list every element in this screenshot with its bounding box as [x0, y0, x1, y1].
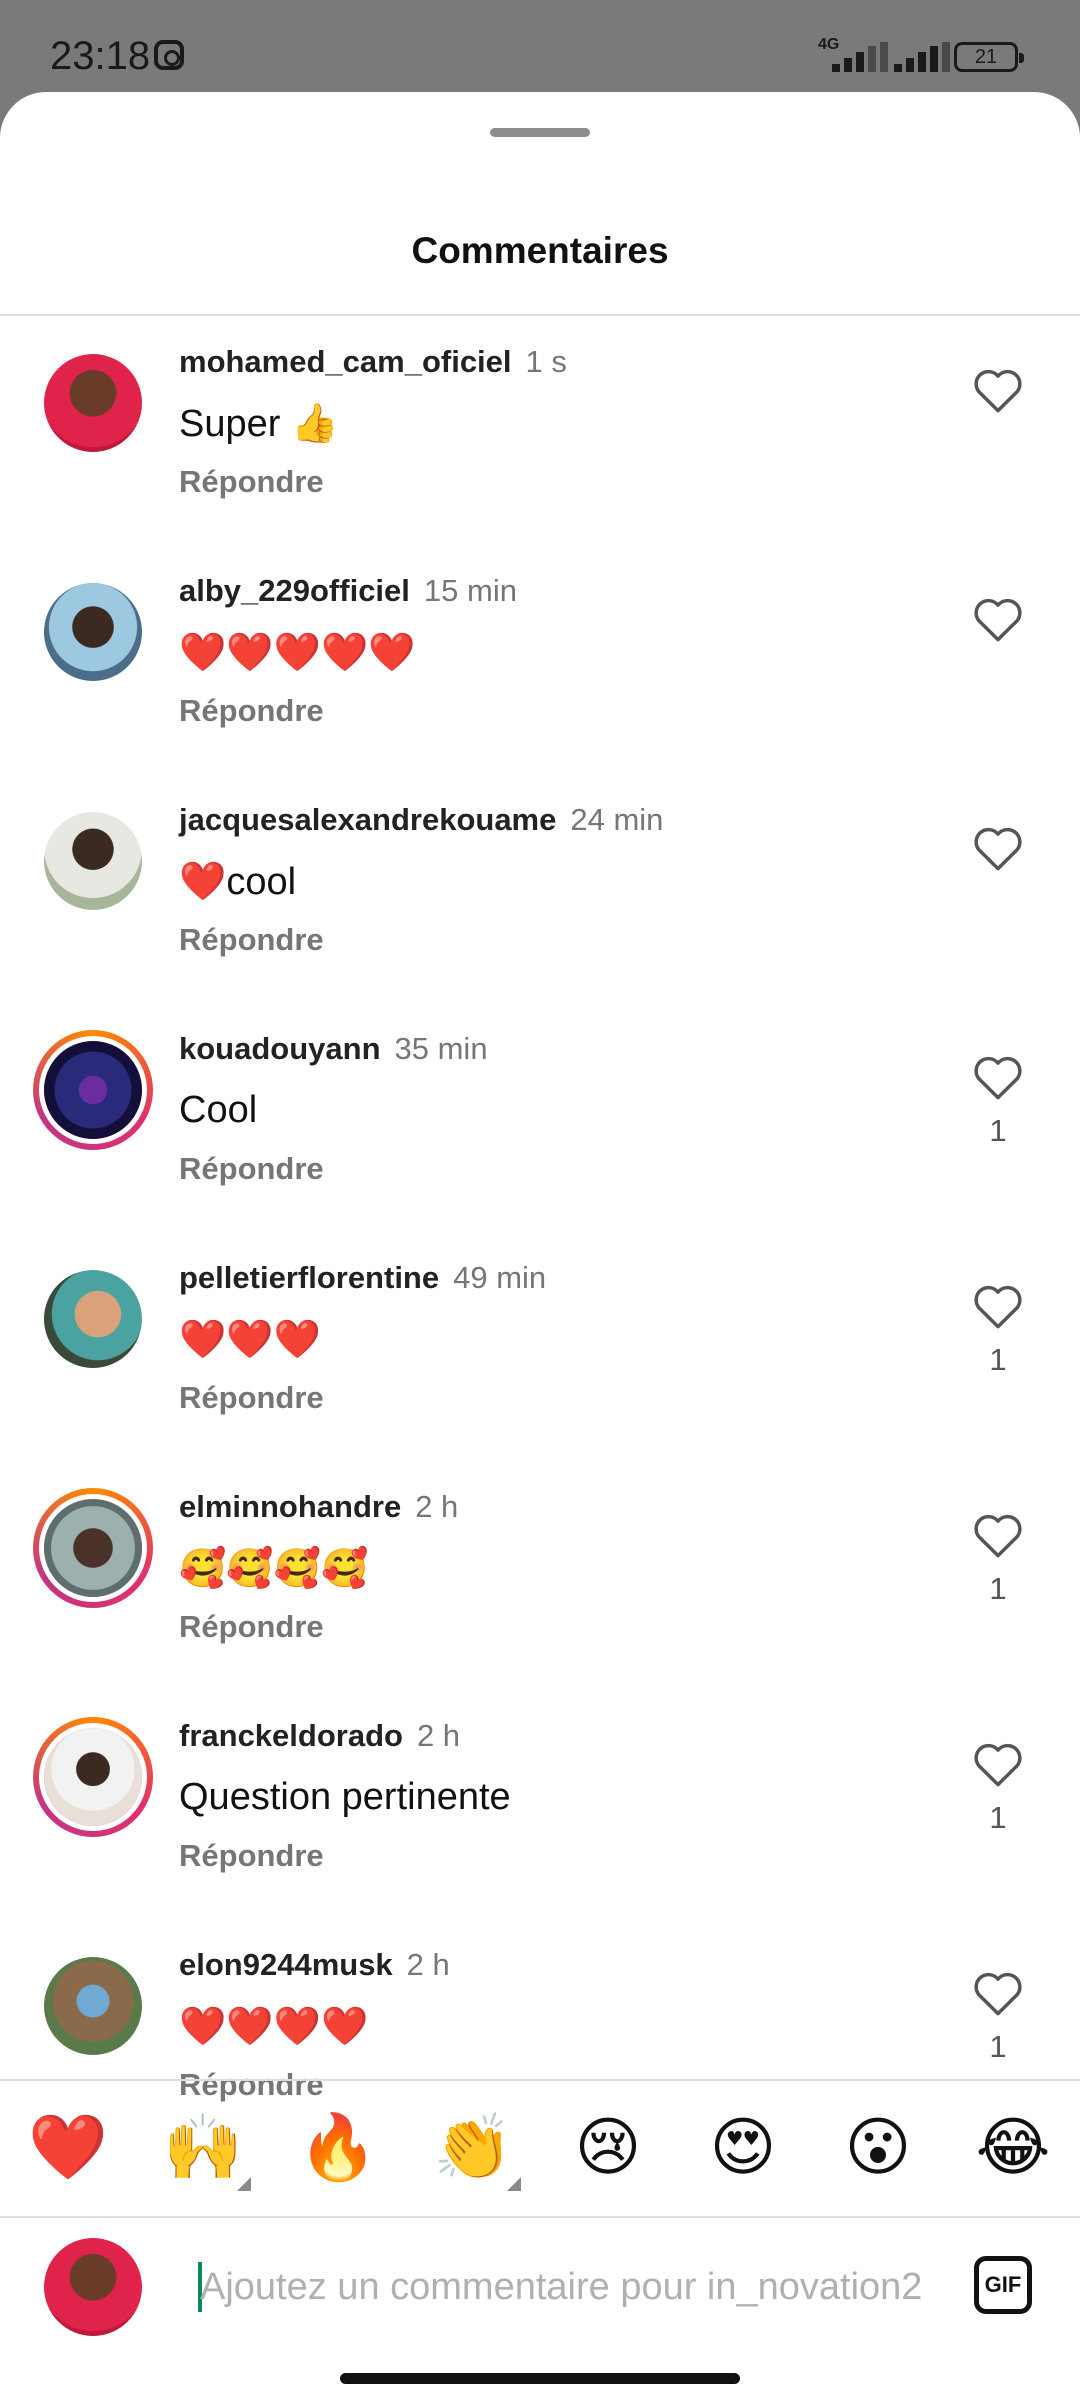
heart-icon[interactable]: [972, 824, 1024, 872]
comment-text: ❤️❤️❤️❤️: [179, 2006, 369, 2048]
comment-text: ❤️cool: [179, 861, 297, 903]
avatar[interactable]: [33, 1488, 153, 1608]
comment-list[interactable]: mohamed_cam_oficiel 1 s Super 👍 Répondre …: [0, 314, 1080, 2174]
reply-button[interactable]: Répondre: [179, 1838, 324, 1874]
emoji-laughing-face[interactable]: 😂: [973, 2109, 1053, 2185]
comment-text: Cool: [179, 1089, 258, 1131]
signal-icon: [888, 42, 952, 72]
emoji-fire[interactable]: 🔥: [298, 2109, 378, 2185]
comment-item: elminnohandre 2 h 🥰🥰🥰🥰 Répondre 1: [0, 1459, 1080, 1688]
emoji-surprised-face[interactable]: 😮: [838, 2109, 918, 2185]
comment-text: ❤️❤️❤️: [179, 1319, 321, 1361]
heart-icon[interactable]: [972, 1969, 1024, 2017]
gif-button[interactable]: GIF: [974, 2256, 1032, 2314]
heart-icon[interactable]: [972, 1740, 1024, 1788]
heart-icon[interactable]: [972, 366, 1024, 414]
signal-icon: [826, 42, 890, 72]
like-count: 1: [989, 1800, 1007, 1835]
comment-username[interactable]: kouadouyann: [179, 1031, 381, 1066]
emoji-reaction-bar: ❤️ 🙌 🔥 👏 😢 😍 😮 😂: [0, 2079, 1080, 2218]
avatar[interactable]: [44, 1957, 142, 2055]
home-indicator[interactable]: [340, 2373, 740, 2384]
avatar[interactable]: [44, 812, 142, 910]
status-time: 23:18: [50, 34, 151, 78]
instagram-notification-icon: [154, 40, 184, 70]
comment-time: 49 min: [453, 1260, 547, 1295]
emoji-glyph: 👏: [433, 2111, 513, 2183]
emoji-clapping-hands[interactable]: 👏: [433, 2109, 521, 2191]
comment-username[interactable]: elminnohandre: [179, 1489, 401, 1524]
comment-time: 2 h: [415, 1489, 459, 1524]
comment-item: franckeldorado 2 h Question pertinente Ré…: [0, 1688, 1080, 1917]
comment-time: 2 h: [416, 1718, 461, 1753]
heart-icon[interactable]: [972, 595, 1024, 643]
drag-handle[interactable]: [490, 128, 590, 137]
heart-icon[interactable]: [972, 1282, 1024, 1330]
like-count: 1: [989, 1113, 1007, 1148]
comment-text: 🥰🥰🥰🥰: [179, 1548, 369, 1590]
comment-item: alby_229officiel 15 min ❤️❤️❤️❤️❤️ Répond…: [0, 543, 1080, 772]
comment-item: mohamed_cam_oficiel 1 s Super 👍 Répondre: [0, 314, 1080, 543]
comment-text: ❤️❤️❤️❤️❤️: [179, 632, 416, 674]
my-avatar[interactable]: [44, 2238, 142, 2336]
like-count: 1: [989, 1571, 1007, 1606]
avatar[interactable]: [44, 354, 142, 452]
emoji-glyph: 🙌: [163, 2111, 243, 2183]
skin-tone-indicator: [237, 2177, 251, 2191]
emoji-crying-face[interactable]: 😢: [568, 2109, 648, 2185]
reply-button[interactable]: Répondre: [179, 1609, 324, 1645]
emoji-heart[interactable]: ❤️: [28, 2109, 108, 2185]
reply-button[interactable]: Répondre: [179, 693, 324, 729]
comment-time: 1 s: [525, 344, 567, 379]
comments-sheet: Commentaires mohamed_cam_oficiel 1 s Supe…: [0, 92, 1080, 2400]
comment-time: 24 min: [570, 802, 664, 837]
comment-time: 2 h: [406, 1947, 450, 1982]
avatar[interactable]: [33, 1030, 153, 1150]
emoji-heart-eyes[interactable]: 😍: [703, 2109, 783, 2185]
comment-username[interactable]: pelletierflorentine: [179, 1260, 439, 1295]
comment-input[interactable]: [200, 2254, 930, 2320]
reply-button[interactable]: Répondre: [179, 1380, 324, 1416]
comment-item: pelletierflorentine 49 min ❤️❤️❤️ Répondr…: [0, 1230, 1080, 1459]
avatar[interactable]: [44, 583, 142, 681]
avatar[interactable]: [44, 1270, 142, 1368]
comment-username[interactable]: elon9244musk: [179, 1947, 393, 1982]
comment-item: kouadouyann 35 min Cool Répondre 1: [0, 1001, 1080, 1230]
skin-tone-indicator: [507, 2177, 521, 2191]
heart-icon[interactable]: [972, 1053, 1024, 1101]
comment-text: Super 👍: [179, 403, 339, 445]
like-count: 1: [989, 1342, 1007, 1377]
comment-item: jacquesalexandrekouame 24 min ❤️cool Répo…: [0, 772, 1080, 1001]
comment-text: Question pertinente: [179, 1776, 511, 1818]
reply-button[interactable]: Répondre: [179, 922, 324, 958]
comment-username[interactable]: jacquesalexandrekouame: [179, 802, 556, 837]
reply-button[interactable]: Répondre: [179, 1151, 324, 1187]
comment-time: 35 min: [394, 1031, 488, 1066]
comment-username[interactable]: franckeldorado: [179, 1718, 403, 1753]
battery-icon: 21: [954, 42, 1024, 72]
like-count: 1: [989, 2029, 1007, 2064]
heart-icon[interactable]: [972, 1511, 1024, 1559]
avatar[interactable]: [33, 1717, 153, 1837]
comment-username[interactable]: alby_229officiel: [179, 573, 410, 608]
sheet-title: Commentaires: [411, 230, 669, 271]
comment-username[interactable]: mohamed_cam_oficiel: [179, 344, 512, 379]
comment-time: 15 min: [423, 573, 517, 608]
reply-button[interactable]: Répondre: [179, 464, 324, 500]
emoji-raised-hands[interactable]: 🙌: [163, 2109, 251, 2191]
